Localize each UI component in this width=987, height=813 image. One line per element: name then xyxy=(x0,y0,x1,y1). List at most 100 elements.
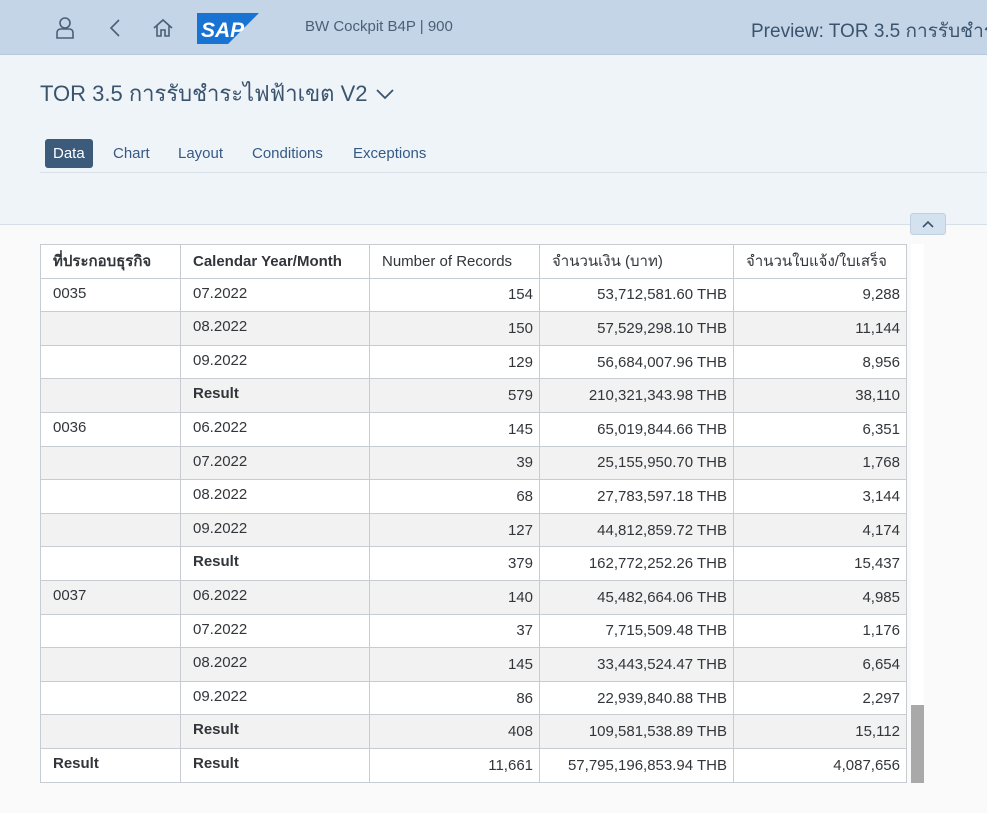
cell-number-of-records[interactable]: 150 xyxy=(369,311,540,346)
sap-logo[interactable]: SAP xyxy=(197,13,259,44)
cell-calendar-month[interactable]: Result xyxy=(180,378,370,413)
cell-calendar-month[interactable]: 08.2022 xyxy=(180,647,370,682)
data-table: ที่ประกอบธุรกิจ Calendar Year/Month Numb… xyxy=(40,244,907,783)
cell-business-unit[interactable]: 0035 xyxy=(40,277,181,313)
tab-data[interactable]: Data xyxy=(45,139,93,168)
cell-bill-count[interactable]: 8,956 xyxy=(733,344,907,380)
chevron-down-icon xyxy=(376,88,395,99)
cell-amount[interactable]: 7,715,509.48 THB xyxy=(539,613,734,649)
column-header-calendar-month[interactable]: Calendar Year/Month xyxy=(180,244,370,279)
cell-business-unit[interactable] xyxy=(40,479,181,514)
cell-business-unit[interactable] xyxy=(40,344,181,380)
column-header-bill-count[interactable]: จำนวนใบแจ้ง/ใบเสร็จ xyxy=(733,244,907,279)
cell-business-unit[interactable] xyxy=(40,680,181,716)
back-icon[interactable] xyxy=(103,14,127,42)
cell-bill-count[interactable]: 1,768 xyxy=(733,445,907,481)
cell-amount[interactable]: 25,155,950.70 THB xyxy=(539,445,734,481)
subtotal-row: Result 579 210,321,343.98 THB 38,110 xyxy=(40,378,907,413)
scrollbar-thumb[interactable] xyxy=(911,705,924,783)
cell-number-of-records[interactable]: 37 xyxy=(369,613,540,649)
cell-bill-count[interactable]: 4,174 xyxy=(733,512,907,548)
cell-bill-count[interactable]: 6,654 xyxy=(733,647,907,682)
cell-number-of-records[interactable]: 127 xyxy=(369,512,540,548)
cell-bill-count[interactable]: 6,351 xyxy=(733,411,907,447)
cell-bill-count[interactable]: 15,112 xyxy=(733,714,907,749)
cell-amount[interactable]: 22,939,840.88 THB xyxy=(539,680,734,716)
system-label: BW Cockpit B4P | 900 xyxy=(305,18,453,35)
cell-number-of-records[interactable]: 145 xyxy=(369,647,540,682)
column-header-business-unit[interactable]: ที่ประกอบธุรกิจ xyxy=(40,244,181,279)
tab-exceptions[interactable]: Exceptions xyxy=(345,139,434,168)
cell-number-of-records[interactable]: 579 xyxy=(369,378,540,413)
cell-calendar-month[interactable]: 07.2022 xyxy=(180,445,370,481)
cell-calendar-month[interactable]: 06.2022 xyxy=(180,579,370,615)
cell-business-unit[interactable] xyxy=(40,546,181,581)
user-icon[interactable] xyxy=(53,14,77,42)
cell-amount[interactable]: 27,783,597.18 THB xyxy=(539,479,734,514)
cell-bill-count[interactable]: 9,288 xyxy=(733,277,907,313)
collapse-header-button[interactable] xyxy=(910,213,946,235)
cell-business-unit[interactable]: Result xyxy=(40,747,181,783)
cell-number-of-records[interactable]: 68 xyxy=(369,479,540,514)
cell-bill-count[interactable]: 3,144 xyxy=(733,479,907,514)
cell-calendar-month[interactable]: 07.2022 xyxy=(180,277,370,313)
column-header-number-of-records[interactable]: Number of Records xyxy=(369,244,540,279)
cell-number-of-records[interactable]: 140 xyxy=(369,579,540,615)
cell-amount[interactable]: 210,321,343.98 THB xyxy=(539,378,734,413)
cell-number-of-records[interactable]: 86 xyxy=(369,680,540,716)
tab-chart[interactable]: Chart xyxy=(105,139,158,168)
query-title-selector[interactable]: TOR 3.5 การรับชำระไฟฟ้าเขต V2 xyxy=(40,76,395,111)
cell-amount[interactable]: 33,443,524.47 THB xyxy=(539,647,734,682)
cell-number-of-records[interactable]: 11,661 xyxy=(369,747,540,783)
cell-bill-count[interactable]: 2,297 xyxy=(733,680,907,716)
cell-calendar-month[interactable]: 06.2022 xyxy=(180,411,370,447)
cell-amount[interactable]: 109,581,538.89 THB xyxy=(539,714,734,749)
cell-bill-count[interactable]: 38,110 xyxy=(733,378,907,413)
cell-amount[interactable]: 162,772,252.26 THB xyxy=(539,546,734,581)
cell-calendar-month[interactable]: 09.2022 xyxy=(180,512,370,548)
cell-amount[interactable]: 56,684,007.96 THB xyxy=(539,344,734,380)
cell-number-of-records[interactable]: 129 xyxy=(369,344,540,380)
cell-business-unit[interactable] xyxy=(40,613,181,649)
home-icon[interactable] xyxy=(151,14,175,42)
cell-business-unit[interactable] xyxy=(40,647,181,682)
cell-amount[interactable]: 57,795,196,853.94 THB xyxy=(539,747,734,783)
cell-number-of-records[interactable]: 154 xyxy=(369,277,540,313)
cell-calendar-month[interactable]: Result xyxy=(180,714,370,749)
vertical-scrollbar[interactable] xyxy=(911,244,924,783)
table-header-row: ที่ประกอบธุรกิจ Calendar Year/Month Numb… xyxy=(40,244,907,279)
cell-number-of-records[interactable]: 408 xyxy=(369,714,540,749)
cell-bill-count[interactable]: 11,144 xyxy=(733,311,907,346)
cell-business-unit[interactable] xyxy=(40,311,181,346)
cell-calendar-month[interactable]: 09.2022 xyxy=(180,344,370,380)
cell-number-of-records[interactable]: 145 xyxy=(369,411,540,447)
cell-amount[interactable]: 57,529,298.10 THB xyxy=(539,311,734,346)
cell-number-of-records[interactable]: 379 xyxy=(369,546,540,581)
tab-conditions[interactable]: Conditions xyxy=(244,139,331,168)
cell-bill-count[interactable]: 15,437 xyxy=(733,546,907,581)
cell-amount[interactable]: 53,712,581.60 THB xyxy=(539,277,734,313)
page-title: TOR 3.5 การรับชำระไฟฟ้าเขต V2 xyxy=(40,81,368,106)
cell-business-unit[interactable]: 0036 xyxy=(40,411,181,447)
cell-calendar-month[interactable]: 08.2022 xyxy=(180,311,370,346)
cell-business-unit[interactable] xyxy=(40,714,181,749)
cell-amount[interactable]: 44,812,859.72 THB xyxy=(539,512,734,548)
cell-business-unit[interactable] xyxy=(40,512,181,548)
cell-amount[interactable]: 65,019,844.66 THB xyxy=(539,411,734,447)
cell-amount[interactable]: 45,482,664.06 THB xyxy=(539,579,734,615)
cell-bill-count[interactable]: 4,087,656 xyxy=(733,747,907,783)
cell-calendar-month[interactable]: 07.2022 xyxy=(180,613,370,649)
cell-calendar-month[interactable]: Result xyxy=(180,546,370,581)
cell-calendar-month[interactable]: 09.2022 xyxy=(180,680,370,716)
cell-business-unit[interactable]: 0037 xyxy=(40,579,181,615)
column-header-amount[interactable]: จำนวนเงิน (บาท) xyxy=(539,244,734,279)
cell-calendar-month[interactable]: Result xyxy=(180,747,370,783)
cell-business-unit[interactable] xyxy=(40,445,181,481)
cell-business-unit[interactable] xyxy=(40,378,181,413)
cell-number-of-records[interactable]: 39 xyxy=(369,445,540,481)
cell-calendar-month[interactable]: 08.2022 xyxy=(180,479,370,514)
tab-layout[interactable]: Layout xyxy=(170,139,231,168)
cell-bill-count[interactable]: 1,176 xyxy=(733,613,907,649)
table-row: 07.2022 39 25,155,950.70 THB 1,768 xyxy=(40,445,907,481)
cell-bill-count[interactable]: 4,985 xyxy=(733,579,907,615)
